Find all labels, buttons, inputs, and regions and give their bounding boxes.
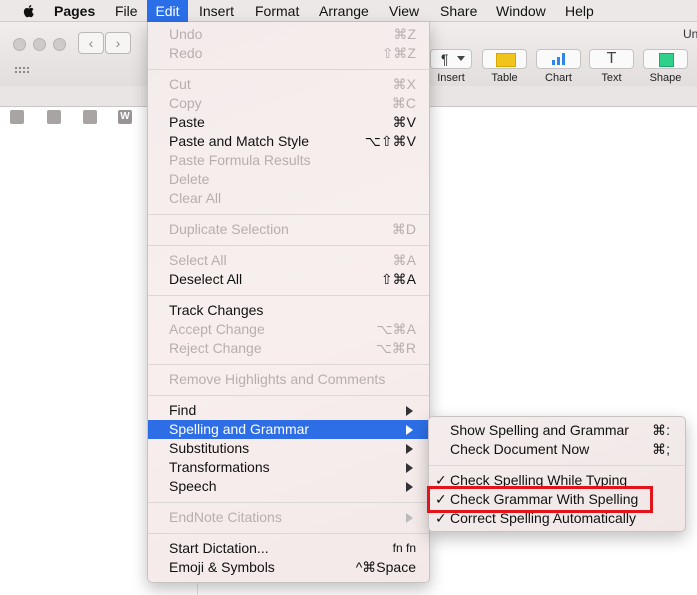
table-button[interactable] [482, 49, 527, 69]
menu-item-copy[interactable]: Copy ⌘C [148, 94, 429, 113]
menu-separator [148, 533, 429, 534]
envelope-icon[interactable] [83, 110, 97, 124]
menu-file[interactable]: File [115, 0, 138, 22]
submenu-arrow-icon [406, 482, 413, 492]
grid-icon[interactable] [14, 66, 30, 74]
menu-separator [148, 364, 429, 365]
menu-help[interactable]: Help [565, 0, 594, 22]
w-icon[interactable]: W [118, 110, 132, 124]
menu-item-undo[interactable]: Undo ⌘Z [148, 25, 429, 44]
minimize-button[interactable] [33, 38, 46, 51]
chart-button[interactable] [536, 49, 581, 69]
window-title: Un [683, 27, 697, 41]
shape-icon [659, 53, 674, 67]
text-icon: T [606, 50, 617, 67]
menu-format[interactable]: Format [255, 0, 299, 22]
menu-item-deselect-all[interactable]: Deselect All ⇧⌘A [148, 270, 429, 289]
forward-button[interactable]: › [105, 32, 131, 54]
menu-item-duplicate-selection[interactable]: Duplicate Selection ⌘D [148, 220, 429, 239]
menu-separator [429, 465, 685, 466]
submenu-item-check-document-now[interactable]: Check Document Now ⌘; [429, 440, 685, 459]
menu-item-delete[interactable]: Delete [148, 170, 429, 189]
menu-separator [148, 214, 429, 215]
submenu-arrow-icon [406, 425, 413, 435]
table-label: Table [491, 72, 518, 84]
menu-edit[interactable]: Edit [147, 0, 188, 22]
menu-separator [148, 69, 429, 70]
menu-item-emoji-symbols[interactable]: Emoji & Symbols ^⌘Space [148, 558, 429, 577]
menu-separator [148, 295, 429, 296]
apple-icon[interactable] [21, 3, 37, 19]
spelling-grammar-submenu: Show Spelling and Grammar ⌘: Check Docum… [428, 416, 686, 532]
menu-share[interactable]: Share [440, 0, 477, 22]
menu-item-clear-all[interactable]: Clear All [148, 189, 429, 208]
menu-item-accept-change[interactable]: Accept Change ⌥⌘A [148, 320, 429, 339]
menu-item-track-changes[interactable]: Track Changes [148, 301, 429, 320]
shape-label: Shape [649, 72, 682, 84]
insert-button[interactable]: ¶ [430, 49, 472, 69]
menu-separator [148, 395, 429, 396]
menu-window[interactable]: Window [496, 0, 546, 22]
menu-item-cut[interactable]: Cut ⌘X [148, 75, 429, 94]
insert-label: Insert [437, 72, 465, 84]
chevron-down-icon [457, 56, 465, 61]
close-button[interactable] [13, 38, 26, 51]
menu-item-paste-formula-results[interactable]: Paste Formula Results [148, 151, 429, 170]
menu-app-pages[interactable]: Pages [54, 0, 95, 22]
menu-separator [148, 245, 429, 246]
back-button[interactable]: ‹ [78, 32, 104, 54]
menu-item-spelling-and-grammar[interactable]: Spelling and Grammar [148, 420, 429, 439]
submenu-arrow-icon [406, 513, 413, 523]
table-icon [496, 53, 516, 67]
chart-label: Chart [545, 72, 572, 84]
submenu-arrow-icon [406, 463, 413, 473]
menu-item-remove-highlights[interactable]: Remove Highlights and Comments [148, 370, 429, 389]
menu-item-redo[interactable]: Redo ⇧⌘Z [148, 44, 429, 63]
callout-highlight-box [427, 486, 653, 513]
menu-item-speech[interactable]: Speech [148, 477, 429, 496]
menu-item-paste[interactable]: Paste ⌘V [148, 113, 429, 132]
menu-item-select-all[interactable]: Select All ⌘A [148, 251, 429, 270]
menu-arrange[interactable]: Arrange [319, 0, 369, 22]
paragraph-icon: ¶ [441, 51, 449, 67]
menu-item-paste-match-style[interactable]: Paste and Match Style ⌥⇧⌘V [148, 132, 429, 151]
menu-item-reject-change[interactable]: Reject Change ⌥⌘R [148, 339, 429, 358]
menu-insert[interactable]: Insert [199, 0, 234, 22]
menu-item-substitutions[interactable]: Substitutions [148, 439, 429, 458]
menu-separator [148, 502, 429, 503]
menu-bar: Pages File Edit Insert Format Arrange Vi… [0, 0, 697, 22]
zoom-button[interactable] [53, 38, 66, 51]
text-label: Text [601, 72, 622, 84]
shape-button[interactable] [643, 49, 688, 69]
text-button[interactable]: T [589, 49, 634, 69]
menu-item-find[interactable]: Find [148, 401, 429, 420]
submenu-item-show-spelling[interactable]: Show Spelling and Grammar ⌘: [429, 421, 685, 440]
edit-menu: Undo ⌘Z Redo ⇧⌘Z Cut ⌘X Copy ⌘C Paste ⌘V… [147, 22, 430, 583]
submenu-arrow-icon [406, 444, 413, 454]
chart-icon [552, 53, 566, 65]
facebook-icon[interactable] [10, 110, 24, 124]
mail-icon[interactable] [47, 110, 61, 124]
menu-view[interactable]: View [389, 0, 419, 22]
menu-item-endnote-citations[interactable]: EndNote Citations [148, 508, 429, 527]
submenu-arrow-icon [406, 406, 413, 416]
menu-item-transformations[interactable]: Transformations [148, 458, 429, 477]
menu-item-start-dictation[interactable]: Start Dictation... fn fn [148, 539, 429, 558]
